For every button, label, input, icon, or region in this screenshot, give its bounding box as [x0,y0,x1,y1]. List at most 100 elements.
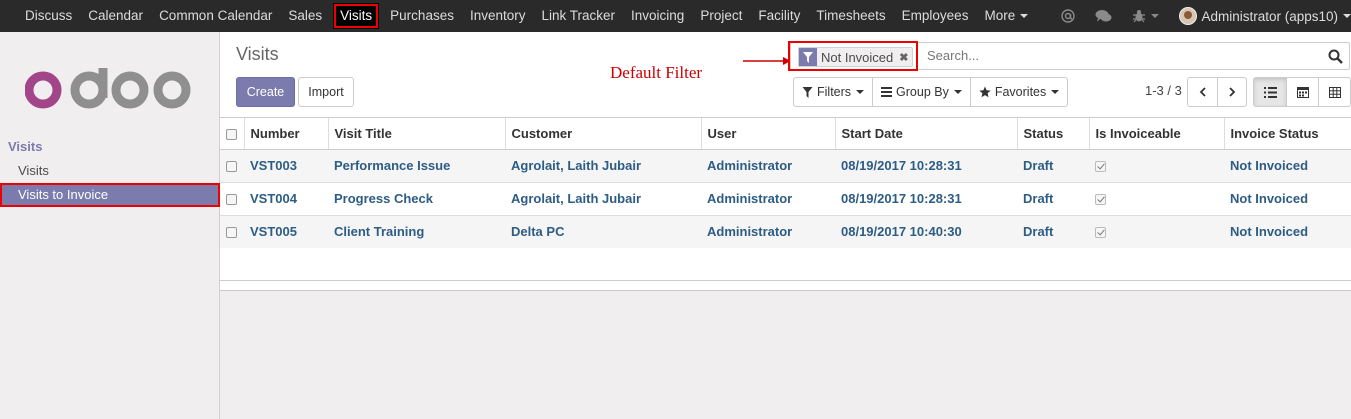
menu-more-dropdown[interactable]: More [976,0,1036,32]
user-menu[interactable]: Administrator (apps10) [1179,7,1351,25]
row-checkbox[interactable] [220,214,244,248]
at-sign-icon[interactable] [1061,9,1076,23]
cell-number: VST003 [244,148,328,182]
search-icon[interactable] [1328,49,1343,67]
menu-item-common-calendar[interactable]: Common Calendar [151,0,280,32]
main-content: Number Visit Title Customer User Start D… [220,118,1351,419]
menu-item-timesheets[interactable]: Timesheets [808,0,893,32]
odoo-logo-svg [24,68,191,109]
pager-buttons [1187,77,1247,107]
row-checkbox[interactable] [220,181,244,215]
calendar-view-button[interactable] [1286,78,1318,106]
list-view-icon [1263,86,1277,98]
cell-user: Administrator [701,148,835,182]
list-view: Number Visit Title Customer User Start D… [220,118,1351,281]
menu-item-employees[interactable]: Employees [894,0,977,32]
cell-visit-title: Progress Check [328,181,505,215]
search-input[interactable] [927,48,1307,63]
chevron-left-icon [1199,87,1206,97]
menu-item-facility[interactable]: Facility [750,0,808,32]
pager-previous-button[interactable] [1188,78,1217,106]
favorites-dropdown[interactable]: Favorites [969,78,1067,106]
cell-invoice-status: Not Invoiced [1224,148,1351,182]
remove-facet-icon[interactable]: ✖ [899,51,908,64]
table-row[interactable]: VST005 Client Training Delta PC Administ… [220,214,1351,248]
column-header-invoice-status[interactable]: Invoice Status [1224,118,1351,150]
menu-item-calendar[interactable]: Calendar [80,0,151,32]
groupby-label: Group By [896,85,949,99]
cell-status: Draft [1017,181,1089,215]
menu-item-project[interactable]: Project [692,0,750,32]
chevron-down-icon [953,90,962,94]
column-header-is-invoiceable[interactable]: Is Invoiceable [1089,118,1225,150]
checked-checkbox-icon [1095,194,1106,206]
pivot-view-button[interactable] [1318,78,1350,106]
cell-visit-title: Client Training [328,214,505,248]
cell-customer: Agrolait, Laith Jubair [505,181,701,215]
column-header-status[interactable]: Status [1017,118,1090,150]
cell-is-invoiceable [1089,181,1224,215]
star-icon [979,86,991,98]
left-sidebar: Visits Visits Visits to Invoice [0,32,220,419]
menu-item-discuss[interactable]: Discuss [17,0,80,32]
menu-item-purchases[interactable]: Purchases [382,0,462,32]
menu-item-invoicing[interactable]: Invoicing [623,0,692,32]
checked-checkbox-icon [1095,161,1106,173]
row-checkbox[interactable] [220,148,244,182]
cell-start-date: 08/19/2017 10:40:30 [835,214,1017,248]
column-header-number[interactable]: Number [244,118,329,150]
checked-checkbox-icon [1095,227,1106,239]
cell-start-date: 08/19/2017 10:28:31 [835,181,1017,215]
systray: Administrator (apps10) [1061,0,1351,32]
table-row[interactable]: VST003 Performance Issue Agrolait, Laith… [220,148,1351,182]
import-button[interactable]: Import [298,77,354,107]
column-header-visit-title[interactable]: Visit Title [328,118,506,150]
filter-icon [799,48,817,66]
column-header-customer[interactable]: Customer [505,118,702,150]
cell-is-invoiceable [1089,214,1224,248]
cell-status: Draft [1017,214,1089,248]
avatar [1179,7,1198,25]
chevron-down-icon [1151,14,1160,18]
odoo-logo[interactable] [24,68,193,113]
checkbox-icon [226,194,237,206]
table-row[interactable]: VST004 Progress Check Agrolait, Laith Ju… [220,181,1351,215]
sidebar-item-visits-to-invoice[interactable]: Visits to Invoice [0,183,220,207]
search-bar: Not Invoiced ✖ [788,41,1350,71]
search-options: Filters Group By Favorites [793,77,1069,107]
sidebar-item-visits[interactable]: Visits [0,159,220,183]
cell-number: VST005 [244,214,328,248]
pager-next-button[interactable] [1217,78,1246,106]
list-view-button[interactable] [1254,78,1286,106]
bug-icon[interactable] [1132,9,1160,23]
create-button[interactable]: Create [236,77,295,107]
facet-value: Not Invoiced [821,49,894,65]
select-all-checkbox[interactable] [220,118,245,150]
filter-icon [802,86,813,98]
cell-number: VST004 [244,181,328,215]
menu-item-inventory[interactable]: Inventory [462,0,534,32]
filters-dropdown[interactable]: Filters [794,78,872,106]
cell-is-invoiceable [1089,148,1224,182]
groupby-dropdown[interactable]: Group By [872,78,970,106]
top-navbar: Discuss Calendar Common Calendar Sales V… [0,0,1351,32]
calendar-icon [1296,87,1309,98]
breadcrumb: Visits [236,44,279,64]
favorites-label: Favorites [994,85,1047,99]
chevron-down-icon [856,90,865,94]
pager-value[interactable]: 1-3 / 3 [1145,83,1182,98]
filters-label: Filters [817,85,852,99]
search-facet-not-invoiced[interactable]: Not Invoiced ✖ [798,47,914,67]
menu-item-visits[interactable]: Visits [333,3,380,29]
column-header-start-date[interactable]: Start Date [835,118,1018,150]
list-footer [220,281,1351,291]
cell-customer: Delta PC [505,214,701,248]
chat-bubbles-icon[interactable] [1095,9,1112,23]
menu-item-sales[interactable]: Sales [280,0,330,32]
chevron-down-icon [1020,14,1029,19]
column-header-user[interactable]: User [701,118,836,150]
visits-table: Number Visit Title Customer User Start D… [220,118,1351,248]
list-bars-icon [881,87,893,97]
menu-item-link-tracker[interactable]: Link Tracker [534,0,624,32]
user-name: Administrator (apps10) [1201,8,1338,24]
